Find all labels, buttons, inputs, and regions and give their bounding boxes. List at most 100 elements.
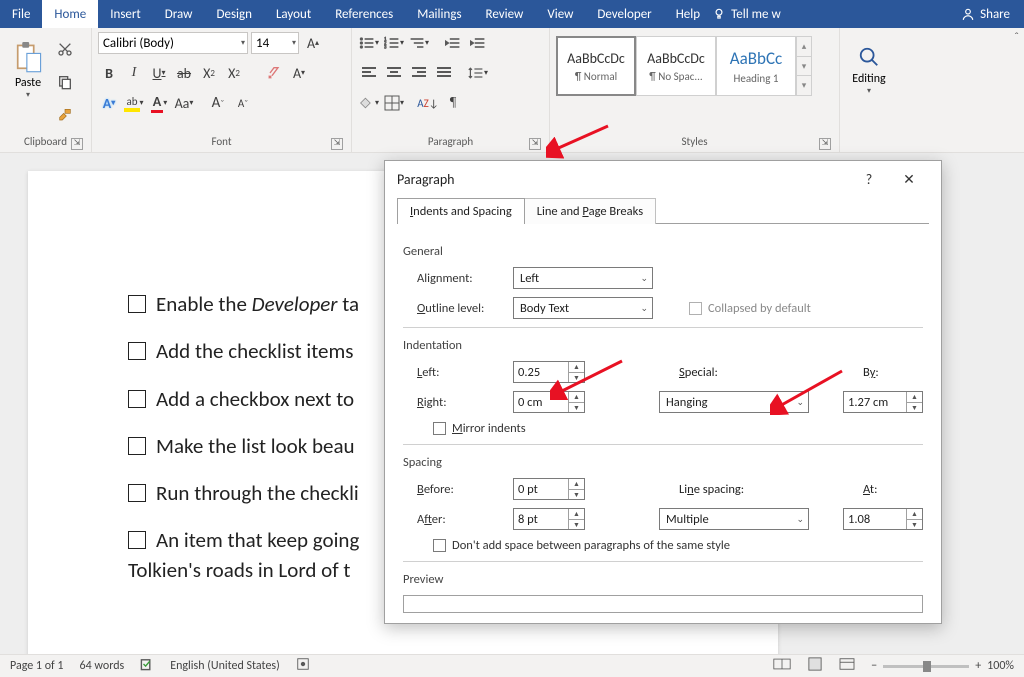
align-center-button[interactable]: [383, 62, 405, 84]
tab-references[interactable]: References: [323, 0, 405, 28]
indent-left-spinner[interactable]: 0.25▲▼: [513, 361, 585, 383]
before-spinner[interactable]: 0 pt▲▼: [513, 478, 585, 500]
checkbox-icon[interactable]: [128, 531, 146, 549]
zoom-level[interactable]: 100%: [987, 659, 1014, 673]
zoom-in-button[interactable]: +: [975, 659, 981, 673]
tab-review[interactable]: Review: [474, 0, 536, 28]
strikethrough-button[interactable]: ab: [173, 62, 195, 84]
tab-layout[interactable]: Layout: [264, 0, 323, 28]
tab-draw[interactable]: Draw: [153, 0, 205, 28]
dialog-close-button[interactable]: ✕: [889, 171, 929, 188]
after-label: After:: [417, 512, 501, 527]
editing-button[interactable]: Editing ▾: [847, 32, 891, 110]
text-effects-button[interactable]: A▾: [98, 92, 120, 114]
special-select[interactable]: Hanging⌄: [659, 391, 809, 413]
align-right-button[interactable]: [408, 62, 430, 84]
justify-button[interactable]: [433, 62, 455, 84]
language-status[interactable]: English (United States): [170, 659, 280, 673]
style-normal[interactable]: AaBbCcDc ¶ Normal: [556, 36, 636, 96]
change-case-button[interactable]: Aa▾: [173, 92, 195, 114]
format-painter-button[interactable]: [54, 107, 76, 125]
cut-button[interactable]: [54, 40, 76, 58]
copy-button[interactable]: [54, 73, 76, 91]
word-count[interactable]: 64 words: [80, 659, 125, 673]
checkbox-icon[interactable]: [128, 484, 146, 502]
outline-select[interactable]: Body Text⌄: [513, 297, 653, 319]
style-no-spacing[interactable]: AaBbCcDc ¶ No Spac...: [636, 36, 716, 96]
grow-font-button[interactable]: Aˇ: [207, 92, 229, 114]
italic-button[interactable]: I: [123, 62, 145, 84]
multilevel-list-button[interactable]: ▾: [408, 32, 430, 54]
styles-scroll-up[interactable]: ▴: [797, 37, 811, 56]
tab-design[interactable]: Design: [204, 0, 263, 28]
share-button[interactable]: Share: [947, 7, 1024, 22]
underline-button[interactable]: U▾: [148, 62, 170, 84]
borders-button[interactable]: ▾: [383, 92, 405, 114]
highlight-button[interactable]: ab▾: [123, 92, 145, 114]
decrease-indent-button[interactable]: [442, 32, 464, 54]
subscript-button[interactable]: X2: [198, 62, 220, 84]
checkbox-icon[interactable]: [128, 390, 146, 408]
tab-view[interactable]: View: [535, 0, 585, 28]
tab-indents-spacing[interactable]: Indents and Spacing: [397, 198, 525, 224]
mirror-indents-checkbox[interactable]: Mirror indents: [433, 421, 526, 436]
tab-developer[interactable]: Developer: [585, 0, 663, 28]
alignment-select[interactable]: Left⌄: [513, 267, 653, 289]
font-name-value: Calibri (Body): [103, 36, 174, 51]
align-left-button[interactable]: [358, 62, 380, 84]
checkbox-icon[interactable]: [128, 342, 146, 360]
tell-me-label: Tell me w: [731, 7, 781, 22]
show-hide-button[interactable]: ¶: [442, 92, 464, 114]
at-spinner[interactable]: 1.08▲▼: [843, 508, 923, 530]
dont-add-space-checkbox[interactable]: Don't add space between paragraphs of th…: [433, 538, 730, 553]
page-status[interactable]: Page 1 of 1: [10, 659, 64, 673]
view-print-layout[interactable]: [807, 657, 823, 675]
clear-formatting-button[interactable]: [263, 62, 285, 84]
sort-button[interactable]: AZ↓: [417, 92, 439, 114]
superscript-button[interactable]: X2: [223, 62, 245, 84]
dialog-title: Paragraph: [397, 171, 455, 188]
tab-mailings[interactable]: Mailings: [405, 0, 473, 28]
decrease-font-size-button[interactable]: A▾: [288, 62, 310, 84]
line-spacing-select[interactable]: Multiple⌄: [659, 508, 809, 530]
dialog-help-button[interactable]: ?: [849, 171, 889, 188]
tab-insert[interactable]: Insert: [98, 0, 153, 28]
dialog-title-bar[interactable]: Paragraph ? ✕: [385, 161, 941, 197]
tab-help[interactable]: Help: [664, 0, 712, 28]
tab-home[interactable]: Home: [42, 0, 98, 28]
increase-font-size-button[interactable]: A▴: [302, 32, 324, 54]
paste-button[interactable]: Paste ▾: [6, 32, 50, 110]
styles-scroll-down[interactable]: ▾: [797, 56, 811, 76]
style-heading-1[interactable]: AaBbCc Heading 1: [716, 36, 796, 96]
indent-right-spinner[interactable]: 0 cm▲▼: [513, 391, 585, 413]
checkbox-icon[interactable]: [128, 295, 146, 313]
clipboard-dialog-launcher[interactable]: ⇲: [71, 138, 83, 150]
tab-line-page-breaks[interactable]: Line and Page Breaks: [524, 198, 656, 224]
line-spacing-button[interactable]: ▾: [467, 62, 489, 84]
zoom-slider[interactable]: [883, 665, 969, 668]
checkbox-icon[interactable]: [128, 437, 146, 455]
font-color-button[interactable]: A▾: [148, 92, 170, 114]
increase-indent-button[interactable]: [467, 32, 489, 54]
font-name-select[interactable]: Calibri (Body)▾: [98, 32, 248, 54]
tab-file[interactable]: File: [0, 0, 42, 28]
bullets-button[interactable]: ▾: [358, 32, 380, 54]
styles-dialog-launcher[interactable]: ⇲: [819, 138, 831, 150]
font-dialog-launcher[interactable]: ⇲: [331, 138, 343, 150]
numbering-button[interactable]: 123▾: [383, 32, 405, 54]
spellcheck-icon[interactable]: [140, 657, 154, 675]
view-web-layout[interactable]: [839, 657, 855, 675]
shrink-font-button[interactable]: Aˇ: [232, 92, 254, 114]
after-spinner[interactable]: 8 pt▲▼: [513, 508, 585, 530]
by-spinner[interactable]: 1.27 cm▲▼: [843, 391, 923, 413]
bold-button[interactable]: B: [98, 62, 120, 84]
font-size-select[interactable]: 14▾: [251, 32, 299, 54]
view-read-mode[interactable]: [773, 657, 791, 675]
styles-expand[interactable]: ▾: [797, 75, 811, 95]
tell-me-search[interactable]: Tell me w: [712, 7, 781, 22]
macro-icon[interactable]: [296, 657, 310, 675]
paragraph-dialog-launcher[interactable]: ⇲: [529, 138, 541, 150]
collapse-ribbon-button[interactable]: ˆ: [1014, 31, 1019, 45]
shading-button[interactable]: ▾: [358, 92, 380, 114]
zoom-out-button[interactable]: −: [871, 659, 877, 673]
